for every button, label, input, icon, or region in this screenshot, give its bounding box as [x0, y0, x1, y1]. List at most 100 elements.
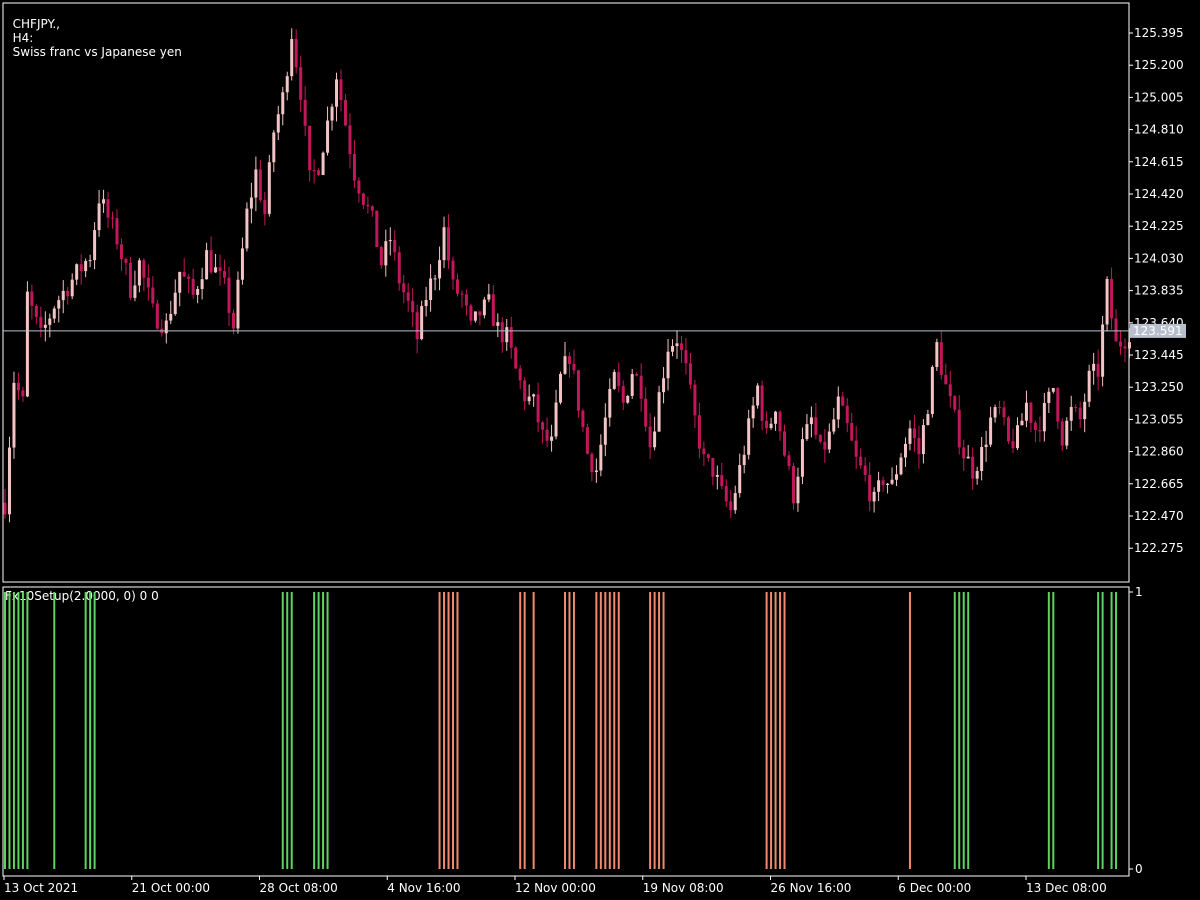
candle-body — [473, 311, 477, 321]
candle-body — [133, 285, 137, 298]
candle-body — [1101, 324, 1105, 377]
candle-body — [877, 480, 881, 492]
candle-body — [796, 476, 800, 504]
candle-body — [1047, 391, 1051, 403]
candle-body — [209, 250, 213, 273]
candle-body — [1105, 279, 1109, 325]
candle-body — [361, 193, 365, 205]
candle-body — [778, 411, 782, 432]
candle-body — [684, 350, 688, 364]
candle-body — [962, 447, 966, 459]
time-axis: 13 Oct 2021 21 Oct 00:00 28 Oct 08:00 4 Nov… — [3, 876, 1107, 895]
candle-body — [917, 438, 921, 455]
candle-body — [469, 305, 473, 321]
candle-body — [384, 241, 388, 266]
candle-body — [330, 106, 334, 121]
candle-body — [12, 382, 16, 448]
candle-body — [594, 470, 598, 473]
candle-body — [523, 380, 527, 402]
candle-body — [272, 132, 276, 163]
candle-body — [729, 501, 733, 511]
candle-body — [836, 396, 840, 420]
candle-body — [1042, 402, 1046, 432]
candle-body — [1083, 401, 1087, 420]
candle-body — [200, 279, 204, 290]
price-axis: 125.395 125.200 125.005 124.810 124.615 124.4… — [1129, 26, 1186, 555]
candle-body — [859, 456, 863, 466]
candle-body — [1024, 402, 1028, 421]
candle-body — [7, 447, 11, 515]
price-tick-label: 125.395 — [1134, 26, 1184, 40]
candle-body — [1127, 342, 1131, 349]
candle-body — [572, 363, 576, 371]
candle-body — [854, 440, 858, 457]
candle-body — [420, 306, 424, 340]
candle-body — [930, 366, 934, 415]
candle-body — [57, 300, 61, 309]
candle-body — [715, 474, 719, 477]
candle-body — [742, 454, 746, 466]
price-tick-label: 124.810 — [1134, 123, 1184, 137]
candle-body — [299, 67, 303, 100]
candle-body — [276, 114, 280, 133]
price-tick-label: 124.615 — [1134, 155, 1184, 169]
candle-body — [612, 371, 616, 389]
candle-body — [70, 279, 74, 297]
candle-body — [155, 303, 159, 329]
candle-body — [39, 316, 43, 328]
candle-body — [352, 154, 356, 181]
candle-body — [541, 422, 545, 430]
time-tick-label: 4 Nov 16:00 — [387, 881, 460, 895]
candle-body — [648, 426, 652, 448]
candle-body — [975, 471, 979, 479]
candle-body — [783, 431, 787, 456]
candle-body — [1038, 429, 1042, 432]
candle-body — [227, 277, 231, 313]
candle-body — [980, 447, 984, 472]
candle-body — [308, 125, 312, 171]
candle-body — [1119, 341, 1123, 347]
candle-body — [460, 293, 464, 295]
candle-body — [196, 289, 200, 295]
candle-body — [124, 259, 128, 263]
candle-body — [348, 125, 352, 155]
candle-body — [214, 267, 218, 273]
candle-body — [850, 423, 854, 441]
price-tick-label: 123.445 — [1134, 348, 1184, 362]
candle-body — [106, 199, 110, 218]
candle-body — [249, 197, 253, 209]
price-chart-canvas[interactable]: 125.395 125.200 125.005 124.810 124.615 124.4… — [0, 0, 1200, 900]
price-tick-label: 123.250 — [1134, 380, 1184, 394]
candle-body — [706, 454, 710, 459]
candle-body — [393, 240, 397, 253]
candle-body — [1074, 406, 1078, 408]
candle-body — [339, 79, 343, 101]
candle-body — [97, 203, 101, 231]
candle-body — [21, 390, 25, 397]
candle-body — [599, 444, 603, 471]
candle-body — [335, 79, 339, 107]
candle-body — [102, 199, 106, 204]
candle-body — [527, 396, 531, 402]
candle-body — [66, 290, 70, 297]
candle-body — [791, 466, 795, 504]
candle-body — [617, 371, 621, 387]
candle-body — [787, 455, 791, 467]
candle-body — [1078, 407, 1082, 420]
candle-body — [585, 427, 589, 454]
candle-body — [411, 300, 415, 313]
candle-body — [738, 465, 742, 494]
candle-body — [119, 244, 123, 260]
candle-body — [926, 414, 930, 426]
candle-body — [84, 260, 88, 272]
candle-body — [774, 411, 778, 424]
candle-body — [657, 392, 661, 432]
candle-body — [550, 436, 554, 441]
candle-body — [509, 327, 513, 348]
candle-body — [998, 407, 1002, 409]
price-pane-frame — [2, 2, 1130, 583]
candle-body — [733, 493, 737, 511]
candle-body — [402, 283, 406, 293]
candle-body — [205, 250, 209, 280]
candle-body — [818, 434, 822, 442]
